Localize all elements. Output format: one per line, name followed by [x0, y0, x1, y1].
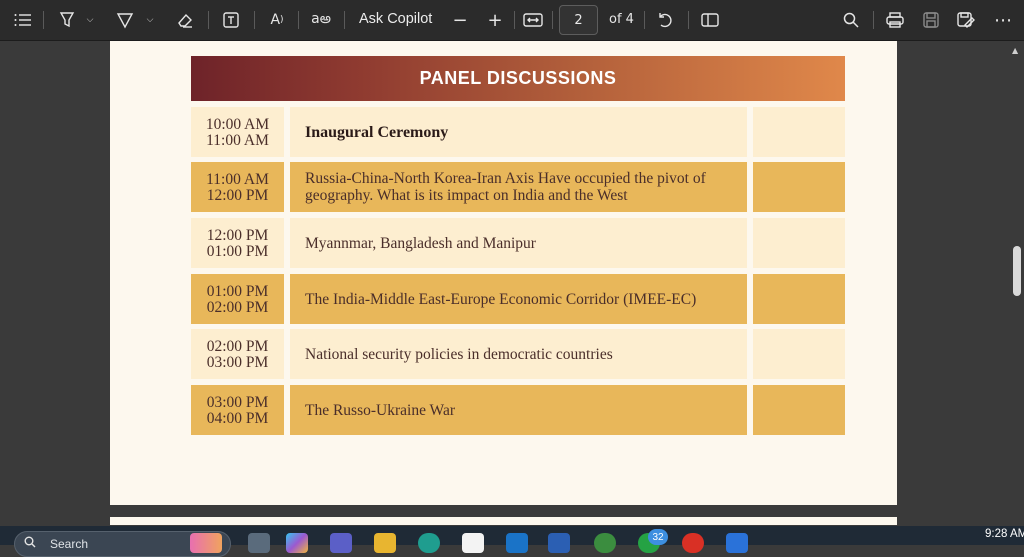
schedule-row: 12:00 PM 01:00 PM Myannmar, Bangladesh an…	[191, 218, 845, 268]
toolbar-divider	[208, 11, 209, 29]
toolbar-divider	[688, 11, 689, 29]
page-total-label: of 4	[609, 12, 634, 27]
save-icon[interactable]	[920, 8, 942, 32]
search-highlight-icon[interactable]	[190, 533, 222, 553]
toolbar-divider	[298, 11, 299, 29]
search-icon	[24, 536, 36, 548]
search-icon[interactable]	[840, 8, 862, 32]
notification-badge: 32	[648, 529, 668, 545]
chrome-app-icon[interactable]	[682, 533, 704, 553]
copilot-app-icon[interactable]	[286, 533, 308, 553]
schedule-row: 11:00 AM 12:00 PM Russia-China-North Kore…	[191, 162, 845, 212]
draw-icon[interactable]	[114, 8, 136, 32]
word-app-icon[interactable]	[548, 533, 570, 553]
store-app-icon[interactable]	[462, 533, 484, 553]
toolbar-divider	[873, 11, 874, 29]
session-extra-cell	[753, 162, 845, 212]
print-icon[interactable]	[884, 8, 906, 32]
scroll-up-arrow-icon[interactable]: ▲	[1012, 46, 1018, 55]
schedule-row: 10:00 AM 11:00 AM Inaugural Ceremony	[191, 107, 845, 157]
zoom-out-icon[interactable]: −	[451, 8, 469, 32]
session-topic: Myannmar, Bangladesh and Manipur	[290, 218, 747, 268]
eraser-icon[interactable]	[174, 8, 196, 32]
ask-copilot-button[interactable]: Ask Copilot	[359, 11, 432, 27]
contents-icon[interactable]	[12, 8, 34, 32]
more-options-icon[interactable]: ⋯	[992, 8, 1014, 32]
taskbar-search-placeholder: Search	[50, 537, 89, 551]
session-time: 01:00 PM 02:00 PM	[191, 274, 284, 324]
teams-app-icon[interactable]	[330, 533, 352, 553]
save-as-icon[interactable]	[955, 8, 977, 32]
schedule-row: 02:00 PM 03:00 PM National security polic…	[191, 329, 845, 379]
session-time: 03:00 PM 04:00 PM	[191, 385, 284, 435]
text-box-icon[interactable]	[220, 8, 242, 32]
toolbar-divider	[552, 11, 553, 29]
toolbar-divider	[344, 11, 345, 29]
session-extra-cell	[753, 385, 845, 435]
edge-browser-icon[interactable]	[418, 533, 440, 553]
session-time: 02:00 PM 03:00 PM	[191, 329, 284, 379]
session-topic: Russia-China-North Korea-Iran Axis Have …	[290, 162, 747, 212]
panel-discussions-banner: PANEL DISCUSSIONS	[191, 56, 845, 101]
draw-options-chevron-icon[interactable]: ⌵	[144, 8, 156, 32]
session-extra-cell	[753, 107, 845, 157]
toolbar-divider	[43, 11, 44, 29]
session-topic: Inaugural Ceremony	[290, 107, 747, 157]
session-topic: The India-Middle East-Europe Economic Co…	[290, 274, 747, 324]
banner-title: PANEL DISCUSSIONS	[419, 68, 617, 88]
outlook-app-icon[interactable]	[506, 533, 528, 553]
rotate-icon[interactable]	[654, 8, 676, 32]
zoom-in-icon[interactable]: +	[486, 8, 504, 32]
toolbar-divider	[254, 11, 255, 29]
session-time: 12:00 PM 01:00 PM	[191, 218, 284, 268]
session-time: 10:00 AM 11:00 AM	[191, 107, 284, 157]
translate-icon[interactable]: aఅ	[308, 8, 334, 32]
schedule-row: 01:00 PM 02:00 PM The India-Middle East-E…	[191, 274, 845, 324]
task-view-icon[interactable]	[248, 533, 270, 553]
pdf-toolbar: ⌵ ⌵ A) aఅ Ask Copilot − + 2 of 4 ⋯	[0, 0, 1024, 41]
fit-width-icon[interactable]	[522, 8, 544, 32]
session-extra-cell	[753, 274, 845, 324]
scrollbar-thumb[interactable]	[1013, 246, 1021, 296]
taskbar-clock[interactable]: 9:28 AM	[985, 528, 1024, 540]
page-number-input[interactable]: 2	[559, 5, 598, 35]
highlight-options-chevron-icon[interactable]: ⌵	[84, 8, 96, 32]
session-time: 11:00 AM 12:00 PM	[191, 162, 284, 212]
toolbar-divider	[644, 11, 645, 29]
file-explorer-icon[interactable]	[374, 533, 396, 553]
session-extra-cell	[753, 329, 845, 379]
toolbar-divider	[514, 11, 515, 29]
schedule-row: 03:00 PM 04:00 PM The Russo-Ukraine War	[191, 385, 845, 435]
app-icon[interactable]	[726, 533, 748, 553]
next-page-edge	[110, 517, 897, 525]
session-topic: National security policies in democratic…	[290, 329, 747, 379]
session-topic: The Russo-Ukraine War	[290, 385, 747, 435]
maps-app-icon[interactable]	[594, 533, 616, 553]
page-view-icon[interactable]	[699, 8, 721, 32]
session-extra-cell	[753, 218, 845, 268]
read-aloud-icon[interactable]: A)	[264, 8, 290, 32]
highlight-icon[interactable]	[56, 8, 78, 32]
